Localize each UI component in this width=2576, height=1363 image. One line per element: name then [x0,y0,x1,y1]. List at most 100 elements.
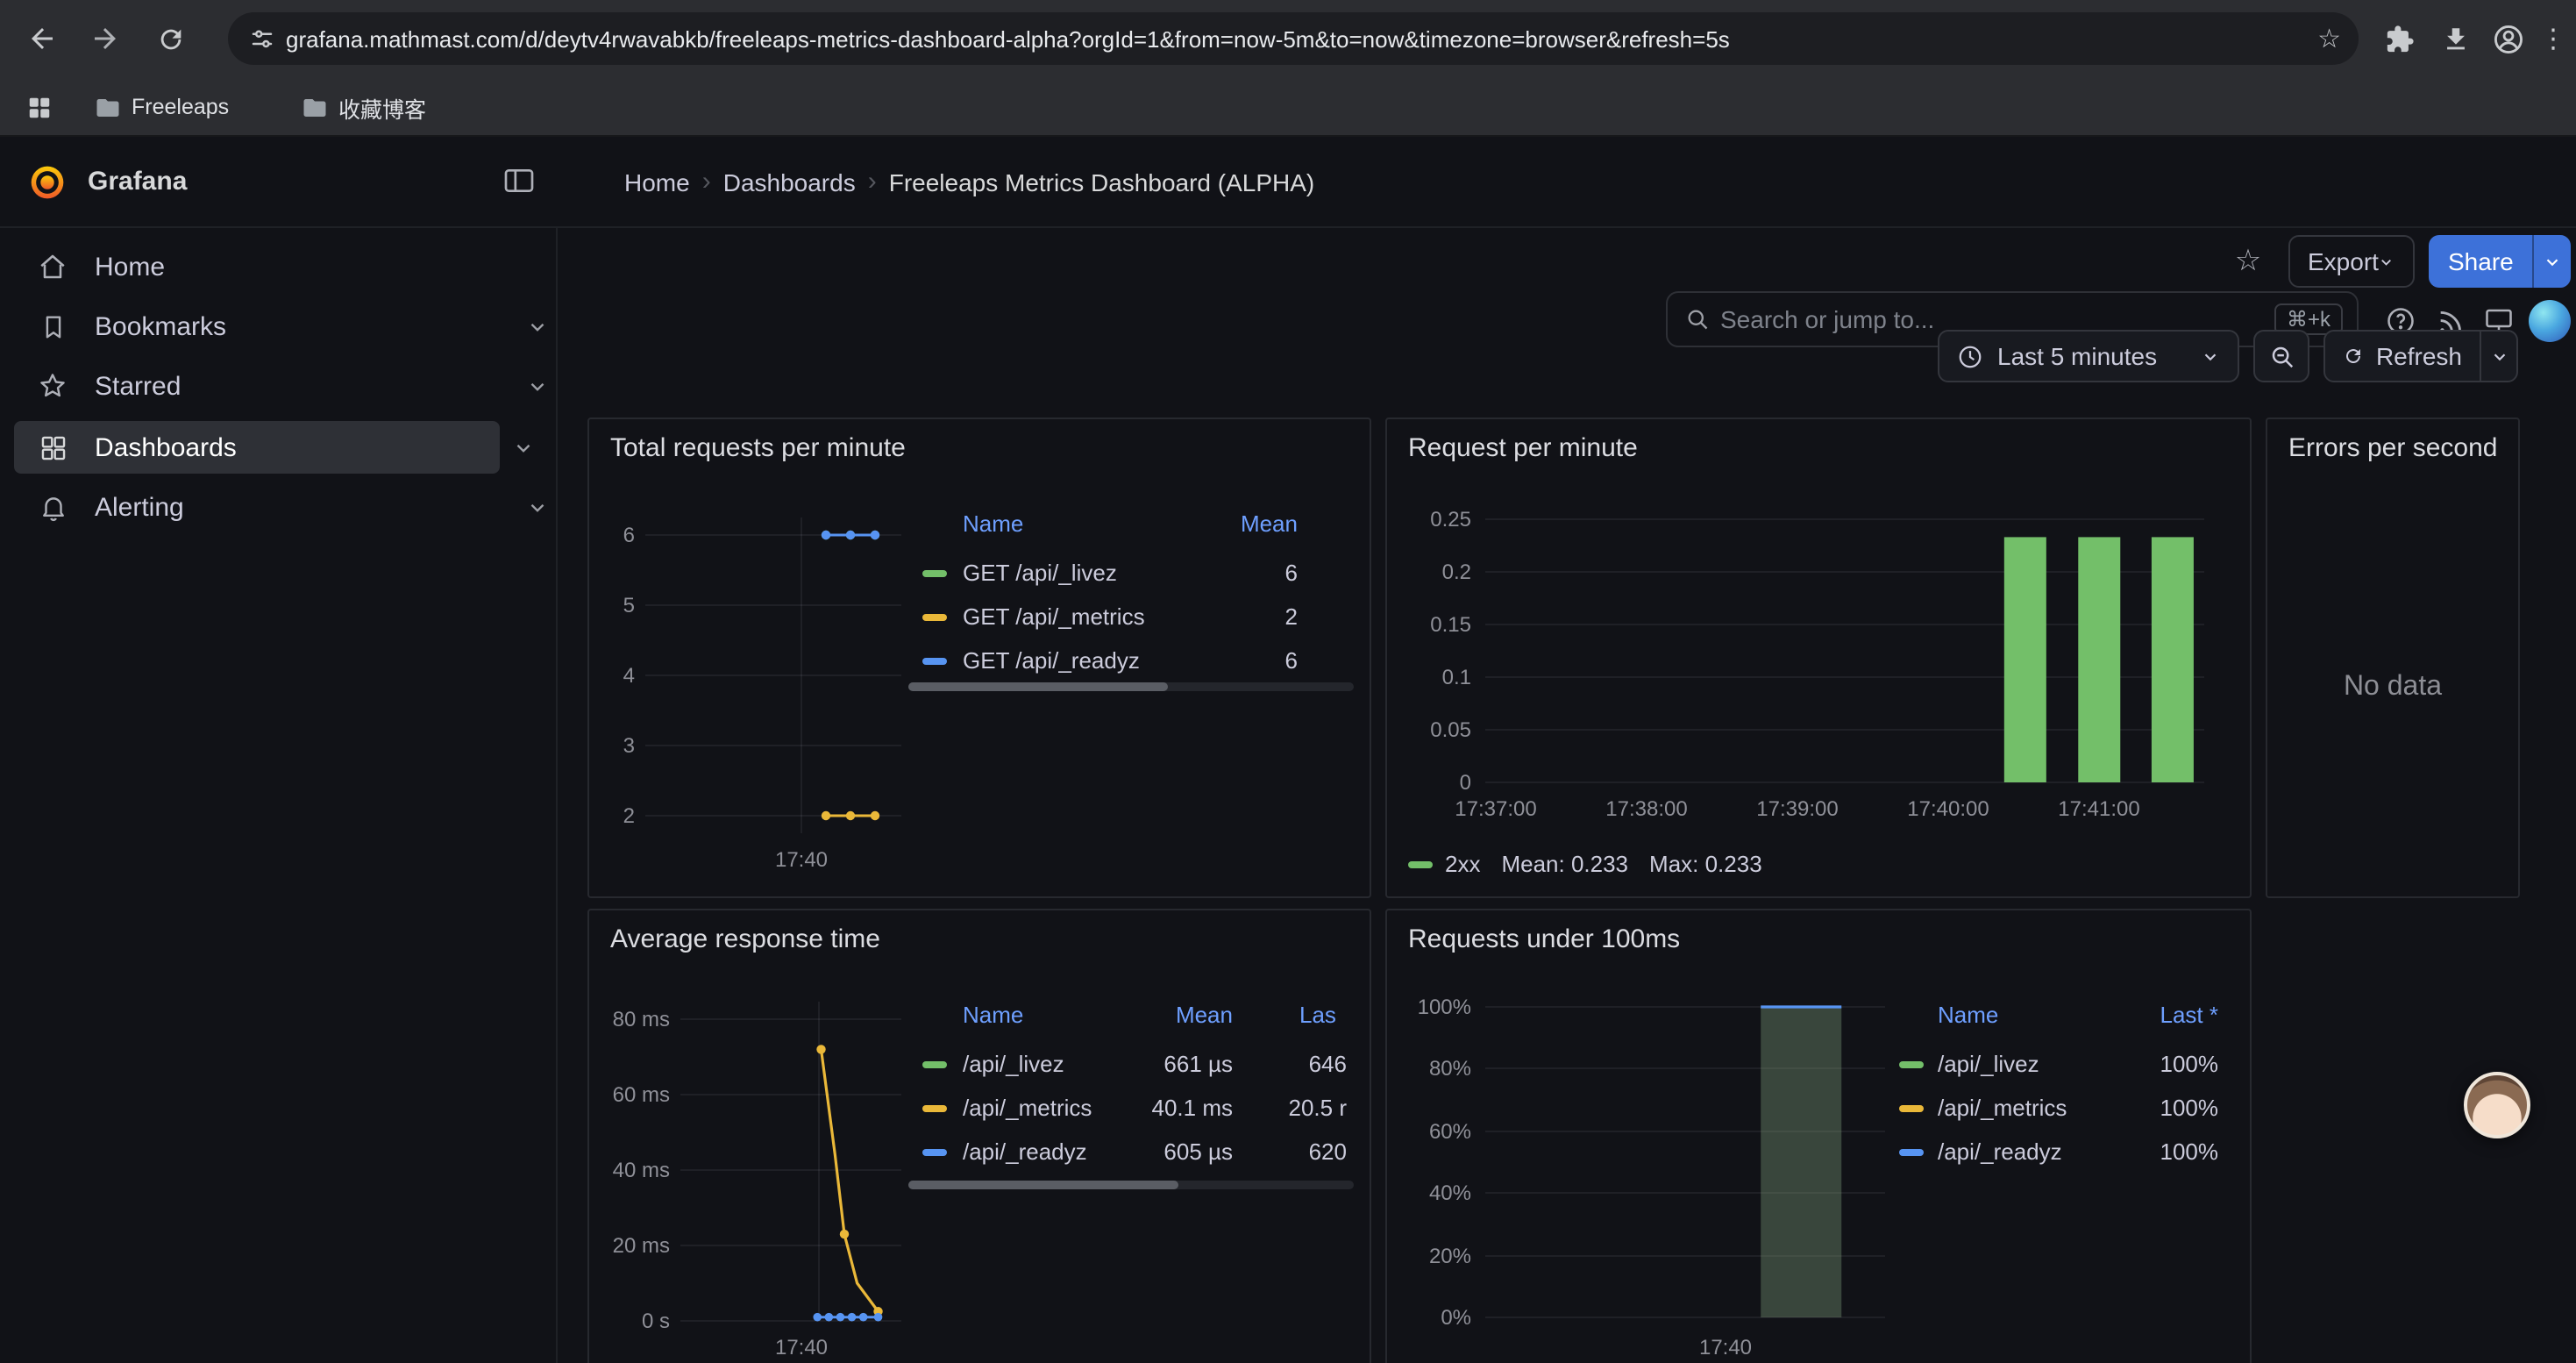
legend-column-last[interactable]: Las [1299,1002,1336,1028]
sidebar-item-bookmarks[interactable]: Bookmarks [14,300,500,353]
chevron-down-icon [2544,252,2563,271]
legend-series-name[interactable]: /api/_livez [963,1051,1064,1077]
breadcrumb-current-page: Freeleaps Metrics Dashboard (ALPHA) [889,168,1315,196]
time-range-picker[interactable]: Last 5 minutes [1938,330,2239,382]
grafana-header: Grafana Home › Dashboards › Freeleaps Me… [0,137,2576,228]
y-axis-tick: 2 [589,803,635,828]
bookmark-item[interactable]: Freeleaps [84,88,239,126]
legend-scrollbar-track[interactable] [908,1181,1354,1189]
y-axis-tick: 0.1 [1387,665,1471,689]
breadcrumb-home[interactable]: Home [624,168,690,196]
chevron-down-icon[interactable] [523,312,551,340]
legend-series-name[interactable]: GET /api/_livez [963,560,1117,586]
legend-series-dash [922,658,947,665]
y-axis-tick: 100% [1387,995,1471,1019]
dock-menu-icon[interactable] [502,163,537,207]
apps-grid-icon[interactable] [18,86,60,128]
grafana-logo-icon[interactable] [28,163,67,211]
legend-scrollbar-track[interactable] [908,682,1354,691]
y-axis-tick: 80 ms [589,1007,670,1031]
breadcrumb-dashboards[interactable]: Dashboards [723,168,856,196]
site-settings-icon[interactable] [249,25,275,52]
y-axis-tick: 0.05 [1387,717,1471,742]
sidebar-item-home[interactable]: Home [14,240,500,293]
panel-total-requests-per-minute[interactable]: Total requests per minute 6543217:40Name… [587,417,1371,898]
y-axis-tick: 3 [589,733,635,758]
chevron-down-icon[interactable] [523,372,551,400]
sidebar-item-dashboards[interactable]: Dashboards [14,421,500,474]
x-axis-tick: 17:40 [1655,1335,1796,1359]
downloads-icon[interactable] [2434,18,2476,60]
legend-series-name[interactable]: /api/_metrics [963,1095,1092,1121]
y-axis-tick: 40 ms [589,1158,670,1182]
star-icon [35,368,70,403]
legend-series-name[interactable]: /api/_livez [1938,1051,2039,1077]
y-axis-tick: 0.25 [1387,507,1471,532]
back-icon[interactable] [21,18,63,60]
screen: ☆ ⋮ Freeleaps 收藏博客 [0,0,2576,1363]
bookmarks-bar: Freeleaps 收藏博客 [0,77,2576,137]
share-dropdown-button[interactable] [2533,235,2572,288]
panel-request-per-minute[interactable]: Request per minute 0.250.20.150.10.05017… [1385,417,2252,898]
favorite-star-icon[interactable]: ☆ [2231,244,2266,279]
legend-column-name[interactable]: Name [963,510,1023,537]
legend-column-name[interactable]: Name [1938,1002,1998,1028]
refresh-interval-dropdown[interactable] [2480,330,2518,382]
share-label[interactable]: Share [2429,235,2533,288]
address-bar[interactable]: ☆ [228,12,2359,65]
legend-last-value: 100% [2160,1095,2219,1121]
refresh-button[interactable]: Refresh [2323,330,2481,382]
legend-mean-value: 40.1 ms [1152,1095,1234,1121]
menu-kebab-icon[interactable]: ⋮ [2532,18,2574,60]
refresh-button-group[interactable]: Refresh [2323,330,2518,382]
sidebar-item-starred[interactable]: Starred [14,360,500,412]
x-axis-tick: 17:41:00 [2029,796,2169,821]
chevron-down-icon[interactable] [509,433,537,461]
x-axis-tick: 17:40 [731,1335,872,1359]
legend-series-name[interactable]: 2xx [1445,851,1480,877]
extensions-icon[interactable] [2378,18,2420,60]
legend-series-name[interactable]: /api/_metrics [1938,1095,2067,1121]
bookmark-label: 收藏博客 [338,90,426,124]
floating-assistant-avatar[interactable] [2464,1072,2530,1138]
legend-series-name[interactable]: /api/_readyz [963,1138,1087,1165]
breadcrumb: Home › Dashboards › Freeleaps Metrics Da… [624,167,1314,196]
panel-errors-per-second[interactable]: Errors per second No data [2266,417,2520,898]
export-button[interactable]: Export [2288,235,2415,288]
legend-series-dash [1408,860,1433,867]
bookmark-item[interactable]: 收藏博客 [291,88,437,126]
chevron-down-icon[interactable] [523,493,551,521]
bookmark-icon [35,309,70,344]
legend-mean-value: 2 [1285,603,1298,630]
share-button[interactable]: Share [2429,235,2572,288]
legend-scrollbar-thumb[interactable] [908,1181,1178,1189]
legend-column-last[interactable]: Last * [2160,1002,2219,1028]
legend-series-name[interactable]: GET /api/_metrics [963,603,1145,630]
legend-column-mean[interactable]: Mean [1241,510,1298,537]
y-axis-tick: 60 ms [589,1082,670,1107]
reload-icon[interactable] [149,18,191,60]
time-range-label: Last 5 minutes [1997,342,2157,370]
forward-icon[interactable] [84,18,126,60]
legend-column-name[interactable]: Name [963,1002,1023,1028]
user-avatar[interactable] [2529,300,2571,342]
y-axis-tick: 6 [589,523,635,547]
y-axis-tick: 4 [589,663,635,688]
url-input[interactable] [286,25,2317,52]
zoom-out-button[interactable] [2253,330,2309,382]
legend-series-name[interactable]: /api/_readyz [1938,1138,2062,1165]
x-axis-tick: 17:37:00 [1426,796,1566,821]
legend-column-mean[interactable]: Mean [1176,1002,1233,1028]
panel-requests-under-100ms[interactable]: Requests under 100ms 100%80%60%40%20%0%1… [1385,909,2252,1363]
legend-series-dash [922,1061,947,1068]
profile-icon[interactable] [2487,18,2529,60]
panel-average-response-time[interactable]: Average response time 80 ms60 ms40 ms20 … [587,909,1371,1363]
sidebar-item-label: Dashboards [95,432,237,462]
sidebar-item-alerting[interactable]: Alerting [14,481,500,533]
chevron-down-icon [2201,346,2220,366]
bookmark-star-icon[interactable]: ☆ [2317,23,2341,54]
legend-series-name[interactable]: GET /api/_readyz [963,647,1140,674]
panel-title[interactable]: Errors per second [2288,433,2497,463]
legend-scrollbar-thumb[interactable] [908,682,1168,691]
y-axis-tick: 40% [1387,1181,1471,1205]
